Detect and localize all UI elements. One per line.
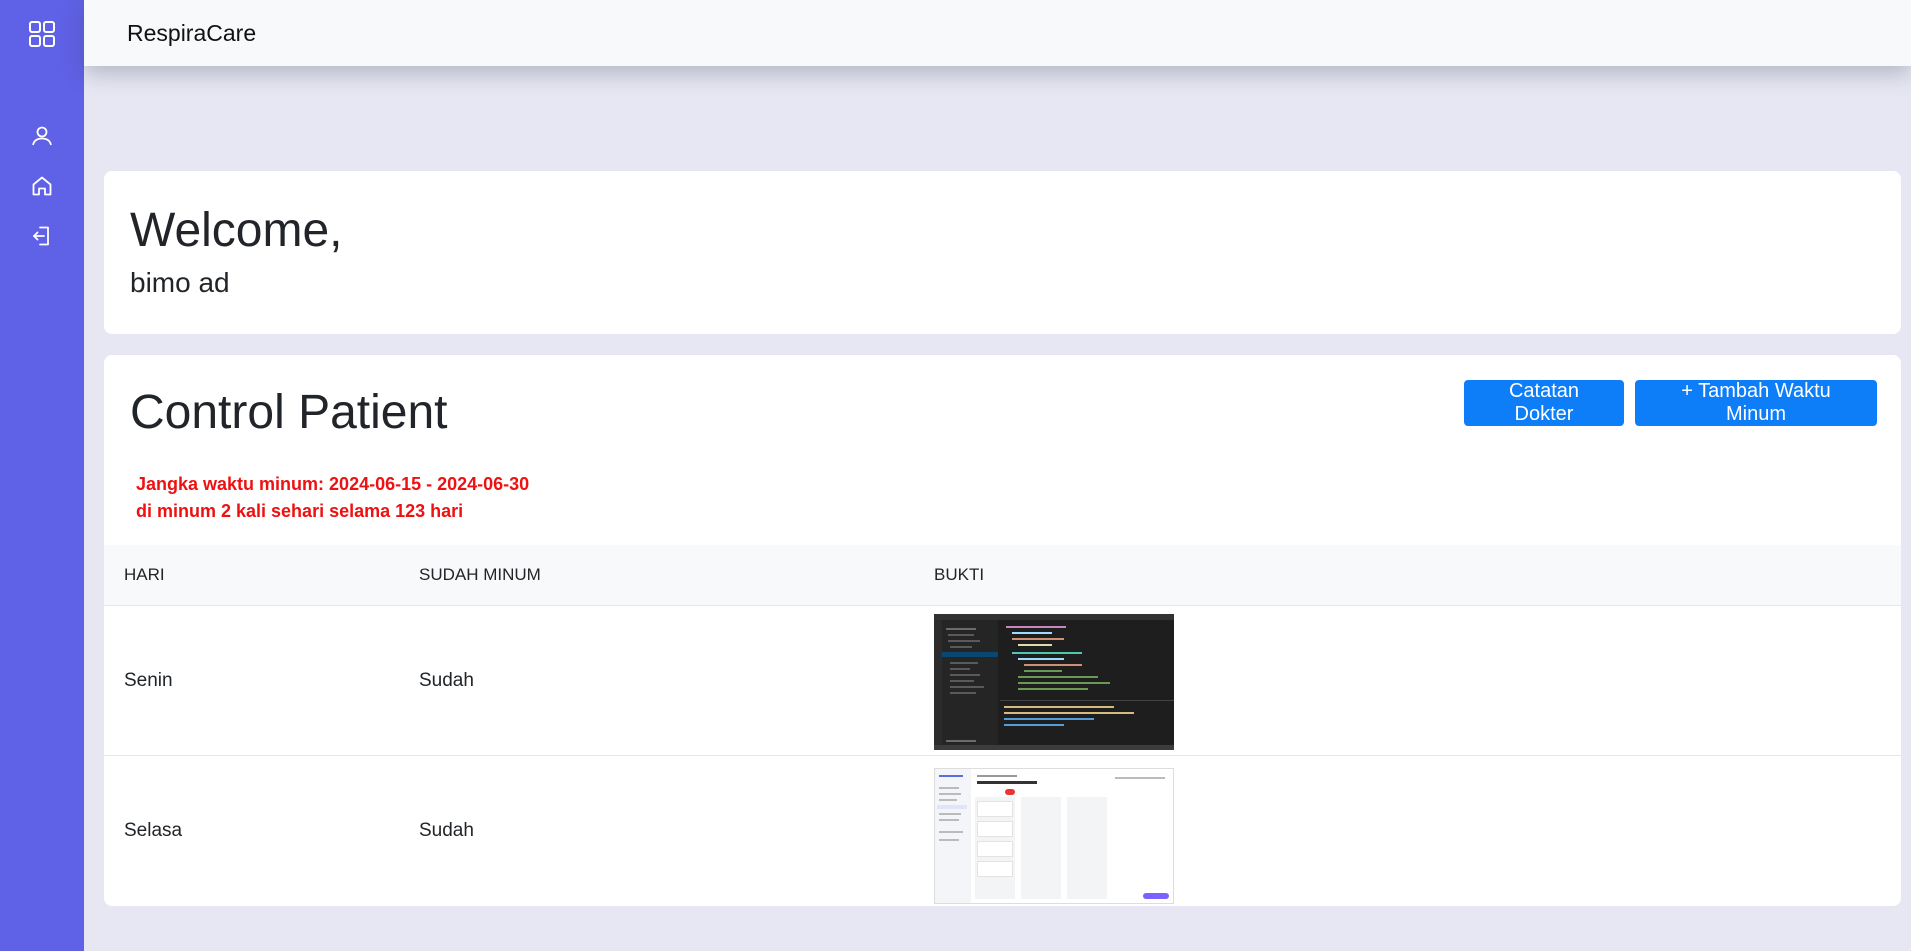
user-icon[interactable]: [0, 122, 84, 150]
table-row: Selasa Sudah: [104, 756, 1901, 906]
logout-icon[interactable]: [0, 222, 84, 250]
header-status: SUDAH MINUM: [419, 565, 541, 584]
header-proof: BUKTI: [934, 565, 985, 584]
doctor-notes-button[interactable]: Catatan Dokter: [1464, 380, 1624, 426]
user-name: bimo ad: [130, 267, 230, 298]
row-status: Sudah: [419, 820, 474, 841]
welcome-card: Welcome, bimo ad: [104, 171, 1901, 334]
proof-image[interactable]: [934, 614, 1174, 750]
control-title: Control Patient: [130, 386, 448, 439]
proof-image[interactable]: [934, 768, 1174, 904]
brand-name[interactable]: RespiraCare: [127, 20, 256, 47]
drink-period-text: Jangka waktu minum: 2024-06-15 - 2024-06…: [136, 474, 530, 494]
header-day: HARI: [124, 565, 165, 584]
control-patient-card: Control Patient Catatan Dokter + Tambah …: [104, 355, 1901, 906]
top-navbar: RespiraCare: [84, 0, 1911, 66]
drink-frequency-text: di minum 2 kali sehari selama 123 hari: [136, 501, 464, 521]
table-header: HARI SUDAH MINUM BUKTI: [104, 545, 1901, 606]
add-drink-time-button[interactable]: + Tambah Waktu Minum: [1635, 380, 1877, 426]
row-status: Sudah: [419, 670, 474, 691]
home-icon[interactable]: [0, 172, 84, 200]
row-day: Selasa: [124, 820, 183, 841]
welcome-title: Welcome,: [130, 204, 343, 257]
row-day: Senin: [124, 670, 173, 691]
table-row: Senin Sudah: [104, 606, 1901, 756]
sidebar: [0, 0, 84, 951]
grid-icon[interactable]: [0, 16, 84, 52]
